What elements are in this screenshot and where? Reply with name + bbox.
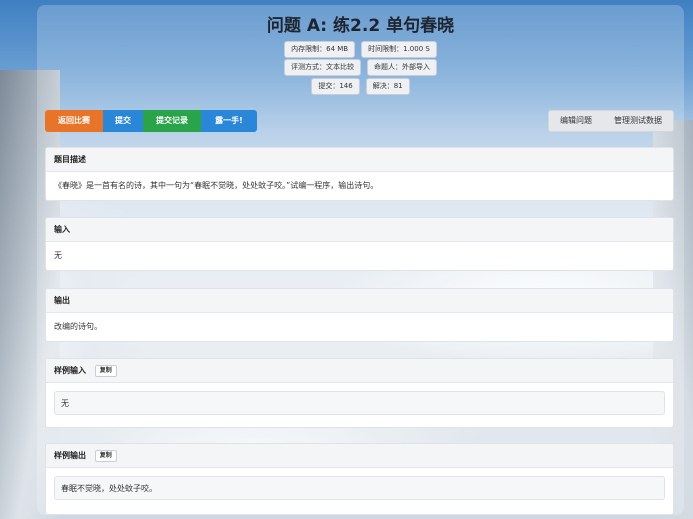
badge-row-limits: 内存限制：64 MB 时间限制：1.000 S	[37, 41, 684, 58]
sample-output-title: 样例输出	[54, 451, 86, 460]
admin-button-group: 编辑问题 管理测试数据	[548, 110, 674, 132]
sample-input-title: 样例输入	[54, 366, 86, 375]
time-limit-badge: 时间限制：1.000 S	[361, 41, 437, 58]
action-button-group: 返回比赛 提交 提交记录 露一手!	[45, 110, 257, 132]
badge-row-stats: 提交：146 解决：81	[37, 78, 684, 95]
manage-test-data-button[interactable]: 管理测试数据	[603, 111, 673, 131]
memory-limit-badge: 内存限制：64 MB	[284, 41, 356, 58]
description-panel: 题目描述 《春晓》是一首有名的诗，其中一句为“春眠不觉晓，处处蚊子咬。”试编一程…	[45, 147, 674, 201]
sample-output-heading: 样例输出 复制	[46, 444, 673, 468]
sample-input-heading: 样例输入 复制	[46, 359, 673, 383]
sample-output-body: 春眠不觉晓，处处蚊子咬。	[46, 468, 673, 508]
submission-records-button[interactable]: 提交记录	[143, 110, 201, 132]
solved-badge: 解决：81	[365, 78, 410, 95]
problem-container: 问题 A: 练2.2 单句春晓 内存限制：64 MB 时间限制：1.000 S …	[37, 5, 684, 515]
author-badge: 命题人：外部导入	[367, 59, 437, 76]
judge-mode-badge: 评测方式：文本比较	[284, 59, 361, 76]
input-panel: 输入 无	[45, 217, 674, 271]
output-text: 改编的诗句。	[54, 322, 102, 331]
submissions-badge: 提交：146	[311, 78, 360, 95]
output-heading: 输出	[46, 289, 673, 313]
input-heading: 输入	[46, 218, 673, 242]
input-text: 无	[54, 251, 62, 260]
copy-sample-output-button[interactable]: 复制	[94, 450, 117, 462]
sample-input-panel: 样例输入 复制 无	[45, 358, 674, 428]
output-panel: 输出 改编的诗句。	[45, 288, 674, 342]
sample-output-code: 春眠不觉晓，处处蚊子咬。	[54, 476, 665, 500]
copy-sample-input-button[interactable]: 复制	[94, 365, 117, 377]
back-to-contest-button[interactable]: 返回比赛	[45, 110, 103, 132]
sample-input-code: 无	[54, 391, 665, 415]
sample-output-panel: 样例输出 复制 春眠不觉晓，处处蚊子咬。	[45, 443, 674, 515]
submit-button[interactable]: 提交	[103, 110, 143, 132]
edit-problem-button[interactable]: 编辑问题	[549, 111, 603, 131]
sample-input-body: 无	[46, 383, 673, 423]
show-off-button[interactable]: 露一手!	[201, 110, 257, 132]
description-text: 《春晓》是一首有名的诗，其中一句为“春眠不觉晓，处处蚊子咬。”试编一程序，输出诗…	[54, 181, 379, 190]
page-title: 问题 A: 练2.2 单句春晓	[266, 16, 455, 36]
description-heading: 题目描述	[46, 148, 673, 172]
badge-row-meta: 评测方式：文本比较 命题人：外部导入	[37, 59, 684, 76]
